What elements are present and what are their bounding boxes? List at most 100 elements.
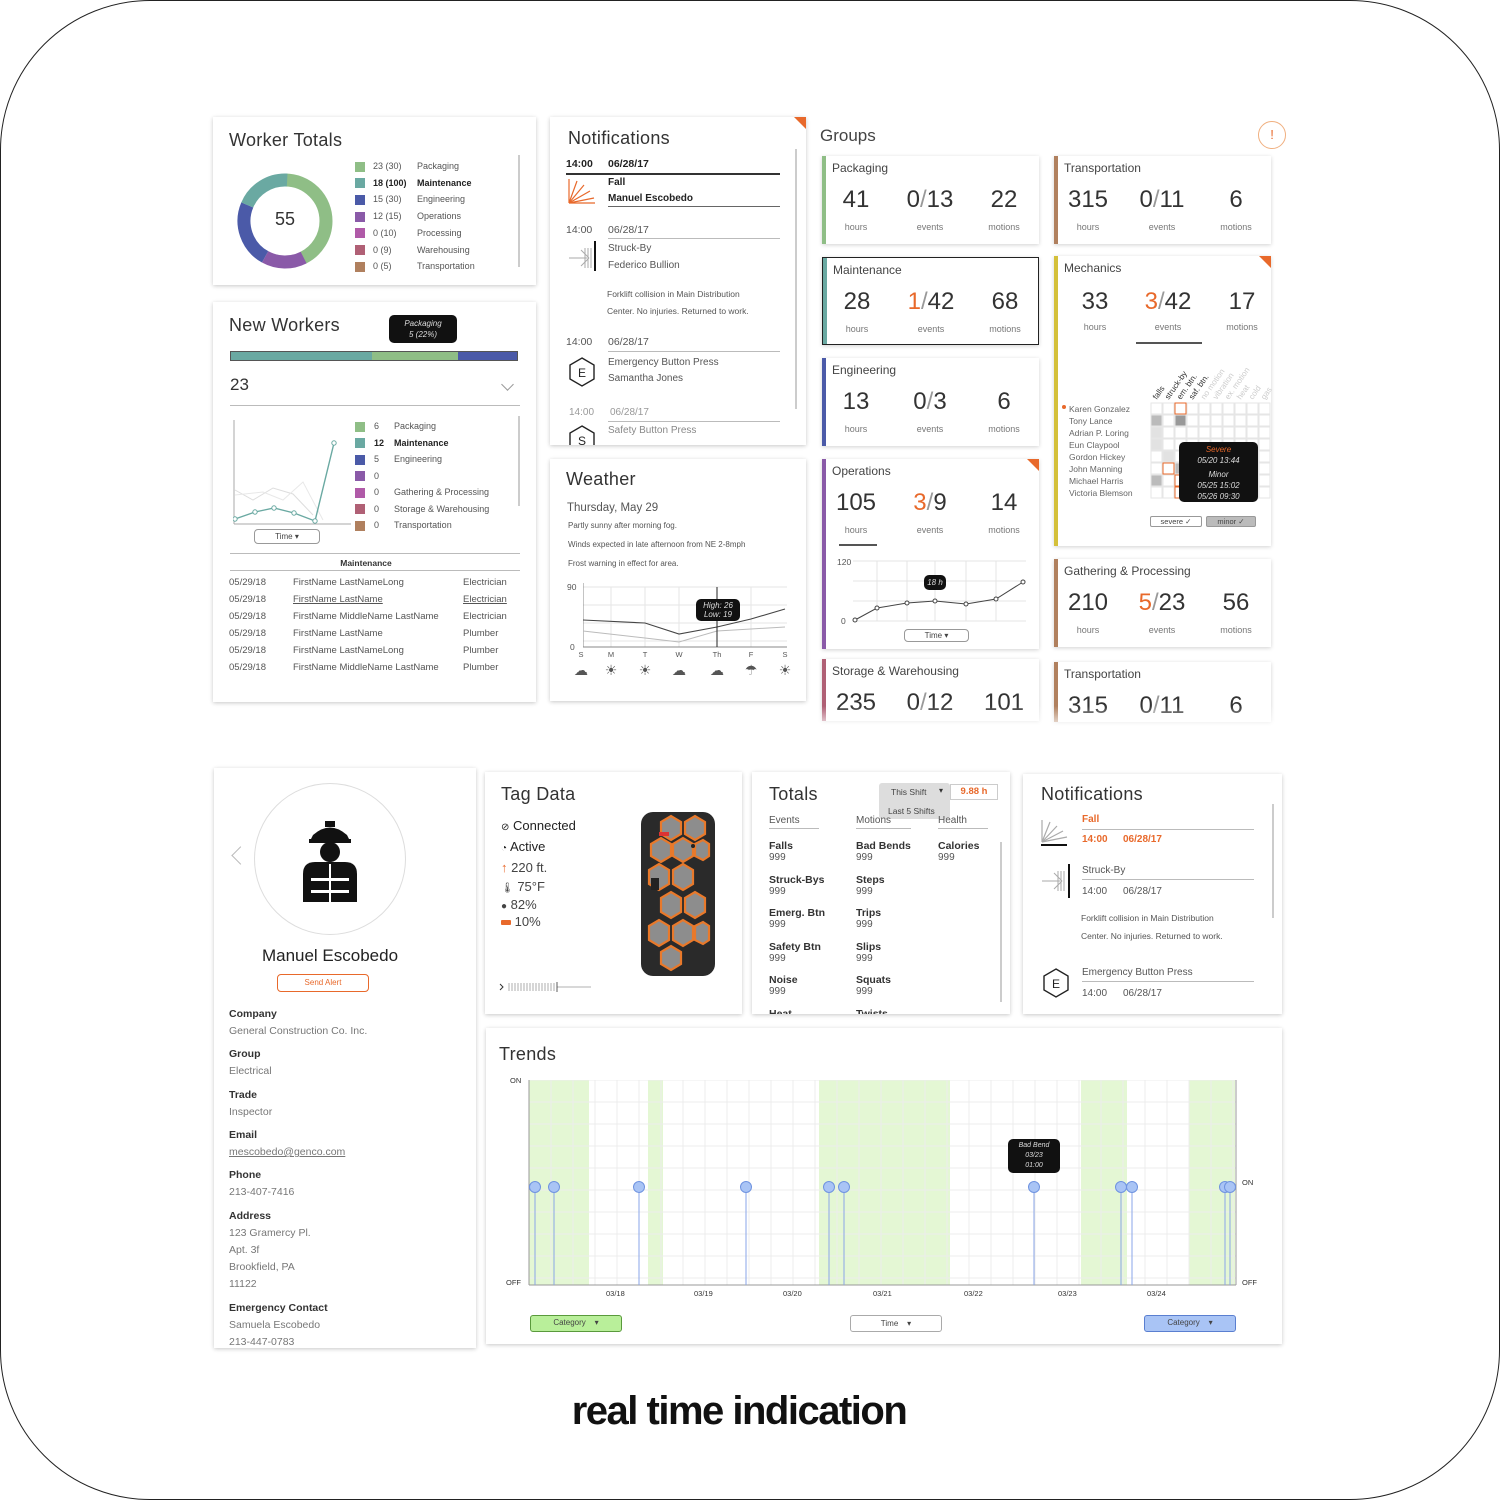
alert-icon[interactable]: !: [1258, 121, 1286, 149]
ops-time-select[interactable]: Time ▾: [904, 629, 969, 642]
minor-filter[interactable]: minor ✓: [1206, 516, 1256, 527]
shift-select-value[interactable]: This Shift: [891, 787, 926, 797]
person-name[interactable]: Eun Claypool: [1069, 440, 1120, 450]
notif-person[interactable]: Federico Bullion: [608, 260, 680, 271]
person-name[interactable]: Adrian P. Loring: [1069, 428, 1129, 438]
legend-item[interactable]: 0 (9) Warehousing: [355, 245, 470, 256]
row-name[interactable]: FirstName MiddleName LastName: [293, 662, 439, 673]
trend-marker: [548, 1181, 560, 1193]
row-name[interactable]: FirstName LastName: [293, 594, 383, 605]
notif-time: 14:00: [1082, 834, 1108, 845]
legend-item[interactable]: 18 (100) Maintenance: [355, 178, 472, 189]
group-card-transportation[interactable]: Transportation 315 0/11 6 hours events motions: [1054, 156, 1271, 244]
notif-type[interactable]: Emergency Button Press: [608, 357, 719, 368]
category-select-left[interactable]: Category ▾: [530, 1315, 622, 1332]
person-name[interactable]: Gordon Hickey: [1069, 452, 1125, 462]
row-name[interactable]: FirstName LastName: [293, 628, 383, 639]
divider: [566, 173, 780, 175]
notif-detail: Center. No injuries. Returned to work.: [607, 306, 749, 316]
divider: [608, 206, 780, 207]
signal-slider[interactable]: [499, 980, 594, 992]
motions-label: motions: [1220, 625, 1252, 635]
legend-item[interactable]: 15 (30) Engineering: [355, 194, 465, 206]
legend-item[interactable]: 12 (15) Operations: [355, 211, 461, 222]
packaging-tooltip: Packaging 5 (22%): [389, 315, 457, 343]
shift-dropdown[interactable]: This Shift ▾ Last 5 Shifts: [879, 783, 950, 819]
legend-swatch: [355, 195, 365, 206]
legend-item[interactable]: 12 Maintenance: [355, 438, 449, 449]
severe-filter[interactable]: severe ✓: [1150, 516, 1202, 527]
chevron-left-icon[interactable]: [231, 846, 250, 865]
group-card-packaging[interactable]: Packaging 41 0/13 22 hours events motions: [822, 156, 1039, 244]
group-card-gathering-processing[interactable]: Gathering & Processing 210 5/23 56 hours even…: [1054, 559, 1271, 647]
legend-swatch: [355, 471, 365, 482]
legend-item[interactable]: 0 Transportation: [355, 520, 452, 531]
alert-corner-flag: [1027, 459, 1039, 471]
legend-item[interactable]: 23 (30) Packaging: [355, 161, 459, 172]
group-card-mechanics[interactable]: Mechanics 33 3/42 17 hours events motion…: [1054, 256, 1274, 546]
notif-time: 14:00: [566, 224, 593, 236]
row-name[interactable]: FirstName MiddleName LastName: [293, 611, 439, 622]
trend-marker: [838, 1181, 850, 1193]
heatmap-cell: [1150, 474, 1163, 487]
heatmap-cell: [1162, 474, 1175, 487]
new-workers-stacked-bar[interactable]: [230, 351, 518, 361]
person-name[interactable]: Karen Gonzalez: [1069, 404, 1130, 414]
caption: real time indication: [571, 1389, 908, 1433]
weather-warning: Frost warning in effect for area.: [568, 559, 679, 568]
notif-type[interactable]: Fall: [1082, 814, 1099, 825]
field-label: Group: [229, 1048, 261, 1061]
legend-item[interactable]: 5 Engineering: [355, 454, 442, 465]
notif-person[interactable]: Samantha Jones: [608, 373, 683, 384]
person-name[interactable]: Victoria Blemson: [1069, 488, 1133, 498]
fall-icon: [568, 179, 595, 204]
divider: [230, 570, 520, 571]
chevron-down-icon[interactable]: ▾: [939, 786, 943, 795]
row-name[interactable]: FirstName LastNameLong: [293, 577, 404, 588]
legend-item[interactable]: 6 Packaging: [355, 421, 436, 432]
notif-type[interactable]: Fall: [608, 177, 625, 188]
time-select[interactable]: Time ▾: [850, 1315, 942, 1332]
category-select-right[interactable]: Category ▾: [1144, 1315, 1236, 1332]
scrollbar[interactable]: [1000, 842, 1002, 1002]
scrollbar[interactable]: [1272, 804, 1274, 918]
legend-item[interactable]: 0 Storage & Warehousing: [355, 504, 489, 515]
scrollbar[interactable]: [795, 149, 797, 409]
new-workers-count: 23: [230, 375, 249, 394]
hours-label: hours: [1076, 222, 1100, 232]
trends-chart[interactable]: [528, 1080, 1238, 1286]
legend-item[interactable]: 0 (10) Processing: [355, 228, 462, 239]
total-label: Falls: [769, 840, 793, 852]
shift-option[interactable]: Last 5 Shifts: [888, 806, 935, 816]
chevron-down-icon[interactable]: [501, 378, 514, 391]
motions-label: motions: [988, 222, 1020, 232]
group-events: 0/11: [1139, 186, 1185, 213]
groups-title: Groups: [820, 126, 876, 145]
legend-swatch: [355, 228, 365, 239]
tag-data-card: Tag Data ⊘ Connected ◔ Active ↑ 220 ft. …: [485, 772, 742, 1014]
person-name[interactable]: John Manning: [1069, 464, 1122, 474]
legend-item[interactable]: 0 (5) Transportation: [355, 261, 475, 272]
send-alert-button[interactable]: Send Alert: [277, 974, 369, 992]
total-value: 999: [856, 952, 873, 964]
scrollbar[interactable]: [518, 155, 520, 267]
email-link[interactable]: mescobedo@genco.com: [229, 1146, 345, 1158]
group-card-maintenance[interactable]: Maintenance 28 1/42 68 hours events motions: [822, 257, 1039, 345]
divider: [856, 828, 911, 829]
heatmap-cell: [1234, 414, 1247, 427]
notif-type[interactable]: Emergency Button Press: [1082, 967, 1193, 978]
time-select[interactable]: Time ▾: [254, 529, 320, 544]
notif-type[interactable]: Struck-By: [1082, 865, 1125, 876]
scrollbar[interactable]: [518, 416, 520, 506]
notif-type[interactable]: Safety Button Press: [608, 425, 696, 436]
notif-person[interactable]: Manuel Escobedo: [608, 193, 693, 204]
legend-item[interactable]: 0 Gathering & Processing: [355, 487, 489, 498]
notif-type[interactable]: Struck-By: [608, 243, 651, 254]
hours-label: hours: [1083, 322, 1107, 332]
person-name[interactable]: Tony Lance: [1069, 416, 1112, 426]
group-card-engineering[interactable]: Engineering 13 0/3 6 hours events motions: [822, 358, 1039, 446]
row-name[interactable]: FirstName LastNameLong: [293, 645, 404, 656]
person-name[interactable]: Michael Harris: [1069, 476, 1123, 486]
legend-item[interactable]: 0: [355, 471, 394, 482]
group-motions: 14: [990, 489, 1018, 516]
